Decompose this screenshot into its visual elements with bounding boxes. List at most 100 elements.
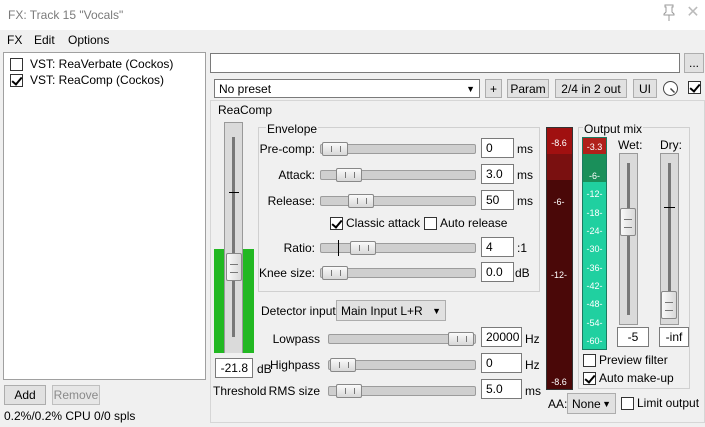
knee-label: Knee size:	[258, 266, 315, 280]
ratio-value[interactable]: 4	[481, 237, 514, 257]
ratio-marker	[338, 240, 339, 256]
plugin-name-label: ReaComp	[218, 103, 273, 117]
lowpass-unit: Hz	[525, 332, 540, 346]
fx-item-label: VST: ReaComp (Cockos)	[30, 73, 165, 87]
knee-unit: dB	[515, 266, 530, 280]
cpu-status: 0.2%/0.2% CPU 0/0 spls	[4, 409, 136, 423]
window-title: FX: Track 15 "Vocals"	[8, 8, 124, 22]
knee-value[interactable]: 0.0	[481, 262, 514, 282]
limit-output-checkbox[interactable]	[621, 396, 634, 410]
highpass-unit: Hz	[525, 358, 540, 372]
rms-unit: ms	[525, 384, 541, 398]
bypass-checkbox[interactable]	[688, 81, 701, 94]
detector-input-select[interactable]: Main Input L+R ▼	[336, 300, 446, 321]
detector-input-label: Detector input:	[261, 304, 340, 318]
preset-select[interactable]: No preset ▼	[214, 79, 480, 98]
gr-scale-label: -6-	[553, 197, 565, 207]
fx-enable-checkbox[interactable]	[10, 57, 23, 71]
wet-label: Wet:	[618, 138, 643, 152]
add-preset-button[interactable]: +	[485, 79, 502, 98]
rms-value[interactable]: 5.0	[481, 379, 522, 399]
fx-item-label: VST: ReaVerbate (Cockos)	[30, 57, 174, 71]
threshold-value[interactable]: -21.8	[215, 358, 253, 378]
highpass-value[interactable]: 0	[481, 353, 522, 373]
dry-label: Dry:	[660, 138, 682, 152]
attack-label: Attack:	[278, 168, 315, 182]
precomp-value[interactable]: 0	[481, 138, 514, 158]
ui-button[interactable]: UI	[633, 79, 657, 98]
classic-attack-option[interactable]: Classic attack	[330, 216, 420, 230]
threshold-knob[interactable]	[226, 253, 242, 281]
attack-knob[interactable]	[336, 168, 362, 182]
attack-unit: ms	[517, 168, 533, 182]
fx-item-reacomp[interactable]: VST: ReaComp (Cockos)	[10, 72, 164, 88]
auto-release-option[interactable]: Auto release	[424, 216, 507, 230]
preview-filter-checkbox[interactable]	[583, 353, 596, 367]
menu-edit[interactable]: Edit	[34, 33, 55, 47]
release-value[interactable]: 50	[481, 190, 514, 210]
classic-attack-label: Classic attack	[346, 216, 421, 230]
remove-button[interactable]: Remove	[52, 385, 100, 405]
fx-name-field[interactable]	[210, 53, 680, 73]
limit-output-label: Limit output	[637, 396, 700, 410]
fx-item-reaverbate[interactable]: VST: ReaVerbate (Cockos)	[10, 56, 173, 72]
close-icon[interactable]: ✕	[684, 4, 702, 22]
chevron-down-icon: ▼	[466, 83, 475, 94]
ratio-slider[interactable]	[320, 243, 476, 253]
preset-value: No preset	[219, 81, 272, 96]
output-mix-title: Output mix	[583, 122, 644, 136]
wet-dry-knob-icon[interactable]	[662, 80, 679, 97]
release-unit: ms	[517, 194, 533, 208]
highpass-label: Highpass	[269, 358, 320, 372]
chevron-down-icon: ▼	[602, 398, 611, 409]
ellipsis-button[interactable]: ...	[684, 53, 704, 73]
aa-select[interactable]: None ▼	[567, 393, 616, 414]
rms-knob[interactable]	[336, 384, 362, 398]
precomp-label: Pre-comp:	[259, 142, 315, 156]
auto-release-checkbox[interactable]	[424, 216, 437, 230]
fx-enable-checkbox[interactable]	[10, 73, 23, 87]
aa-value: None	[572, 396, 601, 411]
io-button[interactable]: 2/4 in 2 out	[555, 79, 627, 98]
knee-knob[interactable]	[322, 266, 348, 280]
dry-unity-marker	[664, 207, 675, 208]
dry-value[interactable]: -inf	[659, 327, 689, 347]
param-button[interactable]: Param	[507, 79, 549, 98]
chevron-down-icon: ▼	[432, 305, 441, 316]
attack-value[interactable]: 3.0	[481, 164, 514, 184]
auto-makeup-option[interactable]: Auto make-up	[583, 371, 674, 385]
preview-filter-label: Preview filter	[599, 353, 668, 367]
gr-bottom-readout: -8.6	[551, 377, 567, 387]
release-knob[interactable]	[348, 194, 374, 208]
precomp-unit: ms	[517, 142, 533, 156]
dry-knob[interactable]	[661, 291, 677, 319]
precomp-knob[interactable]	[322, 142, 348, 156]
add-button[interactable]: Add	[4, 385, 46, 405]
menu-options[interactable]: Options	[68, 33, 109, 47]
classic-attack-checkbox[interactable]	[330, 216, 343, 230]
detector-input-value: Main Input L+R	[341, 303, 423, 318]
fx-chain-list[interactable]: VST: ReaVerbate (Cockos) VST: ReaComp (C…	[3, 52, 206, 380]
aa-label: AA:	[548, 397, 568, 411]
auto-makeup-label: Auto make-up	[599, 371, 674, 385]
gr-top-readout: -8.6	[551, 138, 567, 148]
wet-knob[interactable]	[620, 208, 636, 236]
pin-icon[interactable]	[662, 4, 676, 22]
auto-makeup-checkbox[interactable]	[583, 371, 596, 385]
preview-filter-option[interactable]: Preview filter	[583, 353, 668, 367]
threshold-level-line	[229, 192, 239, 193]
highpass-knob[interactable]	[330, 358, 356, 372]
ratio-knob[interactable]	[350, 241, 376, 255]
ratio-label: Ratio:	[283, 241, 315, 255]
auto-release-label: Auto release	[440, 216, 508, 230]
wet-value[interactable]: -5	[617, 327, 649, 347]
lowpass-knob[interactable]	[448, 332, 474, 346]
lowpass-label: Lowpass	[272, 332, 320, 346]
lowpass-value[interactable]: 20000	[481, 327, 522, 347]
rms-label: RMS size	[268, 384, 320, 398]
ratio-unit: :1	[517, 241, 528, 255]
limit-output-option[interactable]: Limit output	[621, 396, 699, 410]
menu-fx[interactable]: FX	[7, 33, 22, 47]
release-label: Release:	[267, 194, 315, 208]
release-slider[interactable]	[320, 196, 476, 206]
